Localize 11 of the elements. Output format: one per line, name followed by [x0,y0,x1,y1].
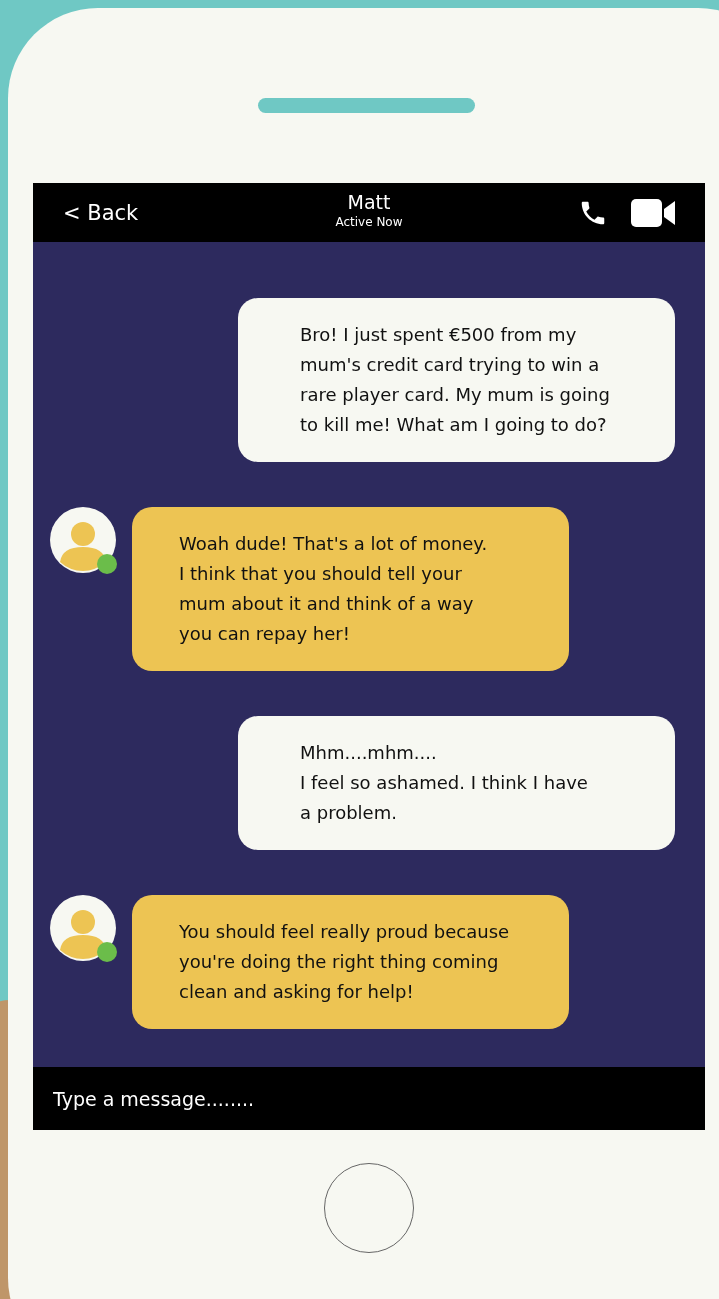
message-bubble: Mhm....mhm.... I feel so ashamed. I think I have a problem. [238,716,675,850]
message-bubble: Bro! I just spent €500 from my mum's credit card trying to win a rare player card. My mum is going to kill me! What am I going to do? [238,298,675,462]
contact-status: Active Now [335,215,403,229]
message-input-field[interactable]: Type a message........ [33,1067,705,1130]
avatar-icon [50,895,116,961]
video-camera-icon[interactable] [631,198,675,227]
back-button[interactable]: < Back [63,200,139,225]
message-bubble: You should feel really proud because you're doing the right thing coming clean and asking for help! [132,895,569,1029]
avatar-icon [50,507,116,573]
contact-name: Matt [347,191,391,213]
message-bubble: Woah dude! That's a lot of money. I think that you should tell your mum about it and think of a way you can repay her! [132,507,569,671]
